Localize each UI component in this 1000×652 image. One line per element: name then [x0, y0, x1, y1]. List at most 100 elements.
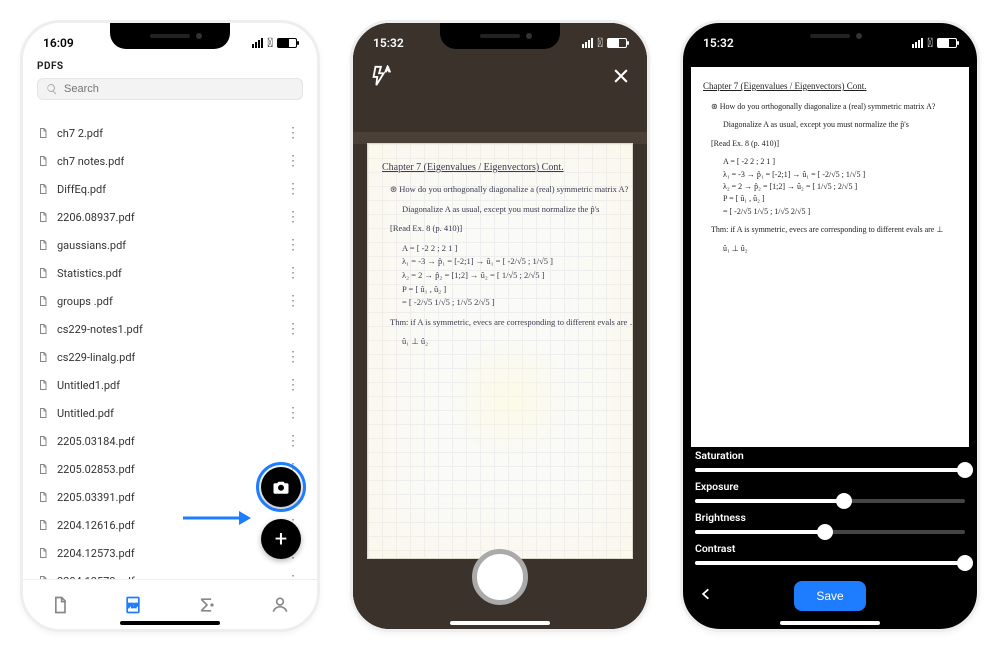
hw-theorem2: û₁ ⊥ û₂ — [723, 243, 957, 255]
file-row[interactable]: cs229-notes1.pdf⋮ — [37, 315, 303, 343]
camera-icon — [272, 478, 290, 496]
file-name: cs229-linalg.pdf — [57, 351, 135, 364]
hw-matrix: A = [ -2 2 ; 2 1 ] — [402, 242, 618, 256]
back-button[interactable] — [699, 584, 713, 609]
battery-icon — [607, 38, 627, 48]
file-icon — [37, 182, 49, 196]
more-button[interactable]: ⋮ — [282, 154, 303, 168]
slider-exposure[interactable]: Exposure — [695, 480, 965, 503]
close-button[interactable] — [611, 66, 631, 90]
more-button[interactable]: ⋮ — [282, 182, 303, 196]
search-input[interactable] — [37, 78, 303, 100]
file-name: 2204.12573.pdf — [57, 547, 135, 560]
file-name: 2205.02853.pdf — [57, 463, 135, 476]
more-button[interactable]: ⋮ — [282, 434, 303, 448]
file-row[interactable]: Untitled.pdf ⋮ — [37, 399, 303, 427]
slider-contrast[interactable]: Contrast — [695, 542, 965, 565]
file-row[interactable]: Untitled1.pdf ⋮ — [37, 371, 303, 399]
file-name: Untitled1.pdf — [57, 379, 120, 392]
camera-fab[interactable] — [261, 467, 301, 507]
more-button[interactable]: ⋮ — [282, 294, 303, 308]
document-icon — [50, 595, 70, 615]
file-row[interactable]: 2205.03184.pdf ⋮ — [37, 427, 303, 455]
hw-answer-line: Diagonalize A as usual, except you must … — [402, 203, 618, 217]
home-indicator — [120, 621, 220, 625]
close-icon — [611, 66, 631, 86]
file-row[interactable]: DiffEq.pdf⋮ — [37, 175, 303, 203]
save-button[interactable]: Save — [794, 581, 865, 611]
file-row[interactable]: 2206.08937.pdf ⋮ — [37, 203, 303, 231]
add-fab[interactable]: + — [261, 519, 301, 559]
camera-viewfinder: Chapter 7 (Eigenvalues / Eigenvectors) C… — [353, 23, 647, 629]
shutter-button[interactable] — [472, 549, 528, 605]
slider-label: Exposure — [695, 480, 965, 493]
tab-profile[interactable] — [244, 580, 318, 629]
hw-answer-line: Diagonalize A as usual, except you must … — [723, 119, 957, 131]
more-button[interactable]: ⋮ — [282, 350, 303, 364]
file-name: Statistics.pdf — [57, 267, 122, 280]
more-button[interactable]: ⋮ — [282, 322, 303, 336]
file-icon — [37, 462, 49, 476]
more-button[interactable]: ⋮ — [282, 210, 303, 224]
file-row[interactable]: groups .pdf ⋮ — [37, 287, 303, 315]
flash-toggle[interactable]: A — [369, 65, 391, 91]
tab-documents[interactable] — [23, 580, 97, 629]
more-button[interactable]: ⋮ — [282, 126, 303, 140]
file-row[interactable]: ch7 2.pdf ⋮ — [37, 119, 303, 147]
search-icon — [46, 83, 58, 95]
file-name: 2205.03184.pdf — [57, 435, 135, 448]
file-icon — [37, 406, 49, 420]
slider-brightness[interactable]: Brightness — [695, 511, 965, 534]
slider-track[interactable] — [695, 561, 965, 565]
chevron-left-icon — [699, 584, 713, 604]
plus-icon: + — [275, 527, 287, 552]
hw-question: ⊛ How do you orthogonally diagonalize a … — [711, 101, 957, 113]
slider-track[interactable] — [695, 530, 965, 534]
file-icon — [37, 126, 49, 140]
file-icon — [37, 266, 49, 280]
hw-p: P = [ û₁ , û₂ ] — [402, 283, 618, 297]
slider-saturation[interactable]: Saturation — [695, 449, 965, 472]
hw-matrix: A = [ -2 2 ; 2 1 ] — [723, 156, 957, 168]
file-icon — [37, 434, 49, 448]
more-button[interactable]: ⋮ — [282, 238, 303, 252]
hw-theorem: Thm: if A is symmetric, evecs are corres… — [390, 316, 618, 330]
battery-icon — [277, 38, 297, 48]
phone-pdf-list: 16:09 􀙇 PDFS ch7 2.pdf⋮ch7 notes.pdf⋮Dif… — [20, 20, 320, 632]
more-button[interactable]: ⋮ — [282, 406, 303, 420]
file-row[interactable]: ch7 notes.pdf⋮ — [37, 147, 303, 175]
slider-track[interactable] — [695, 499, 965, 503]
signal-icon — [582, 38, 593, 48]
profile-icon — [270, 595, 290, 615]
status-time: 15:32 — [703, 36, 734, 50]
wifi-icon: 􀙇 — [927, 37, 933, 50]
slider-track[interactable] — [695, 468, 965, 472]
more-button[interactable]: ⋮ — [282, 378, 303, 392]
hw-eigen2: λ₂ = 2 → p̂₂ = [1;2] → û₂ = [ 1/√5 ; 2/√… — [723, 181, 957, 193]
hw-p: P = [ û₁ , û₂ ] — [723, 193, 957, 205]
svg-text:A: A — [386, 66, 391, 73]
svg-text:PDF: PDF — [128, 603, 138, 609]
file-name: groups .pdf — [57, 295, 113, 308]
hw-eigen1: λ₁ = -3 → p̂₁ = [-2;1] → û₁ = [ -2/√5 ; … — [723, 169, 957, 181]
hw-theorem2: û₁ ⊥ û₂ — [402, 335, 618, 349]
file-name: 2206.08937.pdf — [57, 211, 135, 224]
file-name: 2204.12616.pdf — [57, 519, 135, 532]
pdf-icon: PDF — [123, 595, 143, 615]
search-field[interactable] — [64, 83, 294, 95]
file-name: Untitled.pdf — [57, 407, 114, 420]
file-name: ch7 2.pdf — [57, 127, 103, 140]
file-row[interactable]: cs229-linalg.pdf ⋮ — [37, 343, 303, 371]
file-row[interactable]: Statistics.pdf ⋮ — [37, 259, 303, 287]
sigma-icon — [197, 595, 217, 615]
slider-label: Contrast — [695, 542, 965, 555]
slider-label: Saturation — [695, 449, 965, 462]
file-row[interactable]: 2204.12573.pdf⋮ — [37, 567, 303, 579]
phone-adjustments: 15:32 􀙇 Chapter 7 (Eigenvalues / Eigenve… — [680, 20, 980, 632]
file-row[interactable]: gaussians.pdf⋮ — [37, 231, 303, 259]
status-icons: 􀙇 — [582, 37, 627, 50]
file-icon — [37, 294, 49, 308]
file-icon — [37, 518, 49, 532]
hw-p-expanded: = [ -2/√5 1/√5 ; 1/√5 2/√5 ] — [402, 296, 618, 310]
more-button[interactable]: ⋮ — [282, 266, 303, 280]
